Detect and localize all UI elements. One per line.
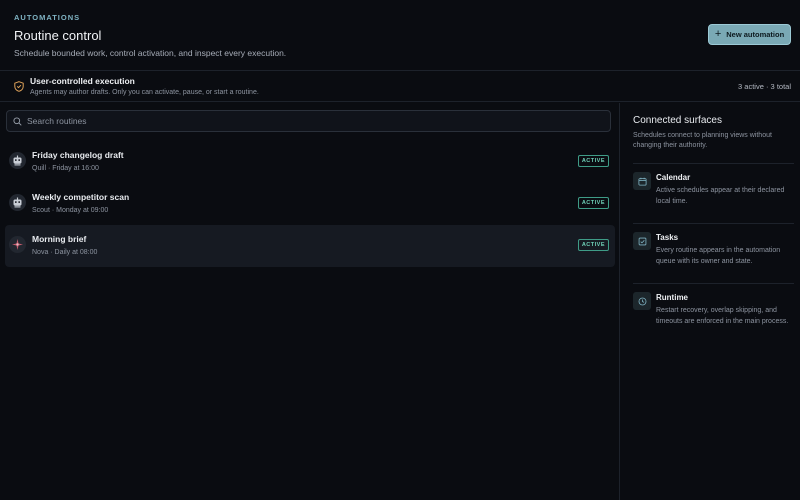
compass-avatar	[9, 236, 26, 253]
surface-description: Active schedules appear at their declare…	[656, 187, 785, 205]
surface-runtime: Runtime Restart recovery, overlap skippi…	[633, 283, 794, 332]
calendar-icon	[633, 172, 651, 190]
new-automation-button[interactable]: + New automation	[708, 24, 791, 45]
surface-title: Calendar	[656, 173, 691, 182]
search-input[interactable]	[27, 116, 587, 126]
robot-avatar	[9, 194, 26, 211]
status-badge: ACTIVE	[577, 197, 609, 209]
side-title: Connected surfaces	[633, 115, 722, 126]
execution-banner: User-controlled execution Agents may aut…	[0, 71, 800, 102]
surface-description: Every routine appears in the automation …	[656, 247, 781, 265]
search-box[interactable]	[6, 110, 611, 132]
surface-title: Runtime	[656, 293, 688, 302]
surface-calendar: Calendar Active schedules appear at thei…	[633, 163, 794, 212]
clock-icon	[633, 292, 651, 310]
page-title: Routine control	[14, 28, 102, 43]
shield-icon	[14, 81, 24, 92]
routine-list-pane: Friday changelog draft Quill · Friday at…	[0, 103, 619, 500]
robot-avatar	[9, 152, 26, 169]
routine-name: Friday changelog draft	[32, 150, 124, 160]
banner-description: Agents may author drafts. Only you can a…	[30, 89, 259, 96]
search-icon	[13, 116, 22, 126]
routine-row[interactable]: Weekly competitor scan Scout · Monday at…	[5, 183, 615, 225]
routine-count: 3 active · 3 total	[738, 82, 791, 91]
section-eyebrow: AUTOMATIONS	[14, 13, 81, 22]
checkbox-icon	[633, 232, 651, 250]
connected-surfaces-panel: Connected surfaces Schedules connect to …	[619, 103, 800, 500]
routine-meta: Quill · Friday at 16:00	[32, 165, 99, 172]
routine-row[interactable]: Morning brief Nova · Daily at 08:00 ACTI…	[5, 225, 615, 267]
routine-meta: Scout · Monday at 09:00	[32, 207, 109, 214]
routine-meta: Nova · Daily at 08:00	[32, 249, 98, 256]
plus-icon: +	[714, 27, 722, 40]
page-header: AUTOMATIONS Routine control Schedule bou…	[0, 0, 800, 71]
surface-tasks: Tasks Every routine appears in the autom…	[633, 223, 794, 272]
new-automation-label: New automation	[726, 30, 785, 39]
banner-title: User-controlled execution	[30, 76, 135, 86]
routine-name: Weekly competitor scan	[32, 192, 130, 202]
status-badge: ACTIVE	[577, 239, 609, 251]
content-body: Friday changelog draft Quill · Friday at…	[0, 103, 800, 500]
routine-name: Morning brief	[32, 234, 87, 244]
routine-row[interactable]: Friday changelog draft Quill · Friday at…	[5, 141, 615, 183]
app-root: AUTOMATIONS Routine control Schedule bou…	[0, 0, 800, 500]
surface-description: Restart recovery, overlap skipping, and …	[656, 307, 789, 325]
side-description: Schedules connect to planning views with…	[633, 132, 772, 149]
status-badge: ACTIVE	[577, 155, 609, 167]
page-subtitle: Schedule bounded work, control activatio…	[14, 48, 287, 58]
routine-list: Friday changelog draft Quill · Friday at…	[5, 141, 615, 267]
surface-title: Tasks	[656, 233, 679, 242]
